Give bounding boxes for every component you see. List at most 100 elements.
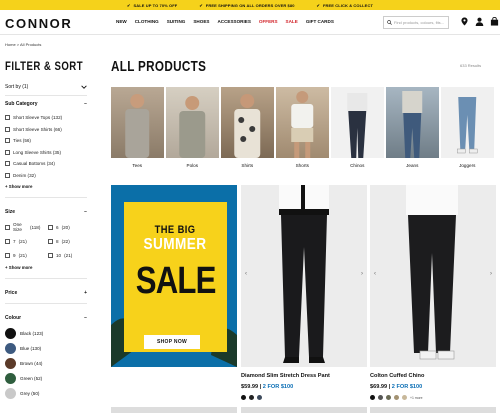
search-placeholder: Find products, colours, fits... (394, 20, 445, 25)
colour-option[interactable]: Brown (44) (5, 356, 87, 371)
brand-logo[interactable]: CONNOR (5, 16, 72, 31)
checkbox[interactable] (5, 115, 10, 121)
promo-item-shipping[interactable]: FREE SHIPPING ON ALL ORDERS OVER $80 (199, 3, 295, 8)
checkbox[interactable] (48, 252, 53, 258)
colour-swatch[interactable] (5, 388, 16, 399)
nav-item-gift-cards[interactable]: GIFT CARDS (306, 19, 334, 24)
category-shorts[interactable]: Shorts (276, 87, 329, 168)
size-option[interactable]: 10 (21) (48, 248, 87, 262)
sale-banner[interactable]: THE BIG SUMMER SALE SHOP NOW (111, 185, 237, 367)
colour-swatch[interactable] (370, 395, 375, 400)
colour-option[interactable]: Black (123) (5, 326, 87, 341)
size-option[interactable]: 8 (22) (48, 234, 87, 248)
checkbox[interactable] (48, 224, 53, 230)
colour-option[interactable]: Blue (130) (5, 341, 87, 356)
checkbox[interactable] (5, 161, 10, 167)
prev-image-arrow[interactable]: ‹ (374, 271, 376, 277)
price-header[interactable]: Price + (5, 285, 87, 301)
breadcrumb[interactable]: Home > All Products (5, 42, 41, 47)
colour-swatch[interactable] (241, 395, 246, 400)
size-option[interactable]: 6 (20) (48, 220, 87, 234)
subcategory-option[interactable]: Denim (32) (5, 170, 87, 182)
category-shirts[interactable]: Shirts (221, 87, 274, 168)
product-name[interactable]: Colton Cuffed Chino (370, 373, 496, 379)
next-image-arrow[interactable]: › (490, 271, 492, 277)
nav-item-offers[interactable]: OFFERS (259, 19, 278, 24)
size-count: (20) (61, 224, 70, 230)
product-name[interactable]: Diamond Slim Stretch Dress Pant (241, 373, 367, 379)
option-label: Ties (56) (13, 138, 31, 144)
product-card[interactable]: ‹ › Colton Cuffed Chino $69.99 | 2 FOR $… (370, 185, 496, 400)
checkbox[interactable] (5, 149, 10, 155)
collapse-icon[interactable]: − (84, 209, 87, 215)
search-input[interactable]: Find products, colours, fits... (383, 16, 449, 29)
checkbox[interactable] (5, 138, 10, 144)
more-swatches-link[interactable]: +1 more (410, 396, 423, 400)
category-tees[interactable]: Tees (111, 87, 164, 168)
category-jeans[interactable]: Jeans (386, 87, 439, 168)
store-locator-icon[interactable] (460, 17, 469, 26)
main-nav: NEW CLOTHING SUITING SHOES ACCESSORIES O… (116, 19, 334, 24)
subcategory-option[interactable]: Ties (56) (5, 135, 87, 147)
category-chinos[interactable]: Chinos (331, 87, 384, 168)
colour-option[interactable]: Green (52) (5, 371, 87, 386)
nav-item-new[interactable]: NEW (116, 19, 127, 24)
subcategory-option[interactable]: Long Sleeve Shirts (35) (5, 147, 87, 159)
promo-item-collect[interactable]: FREE CLICK & COLLECT (317, 3, 373, 8)
subcategory-header[interactable]: Sub Category − (5, 96, 87, 112)
colour-swatch[interactable] (5, 328, 16, 339)
colour-swatch[interactable] (5, 373, 16, 384)
subcategory-show-more[interactable]: + Show more (5, 184, 87, 189)
colour-swatch[interactable] (386, 395, 391, 400)
size-header[interactable]: Size − (5, 204, 87, 220)
nav-item-shoes[interactable]: SHOES (193, 19, 209, 24)
prev-image-arrow[interactable]: ‹ (245, 271, 247, 277)
product-image[interactable]: ‹ › (241, 185, 367, 367)
nav-item-accessories[interactable]: ACCESSORIES (217, 19, 250, 24)
product-card[interactable]: ‹ › Diamond Slim Stretch Dress Pant $59.… (241, 185, 367, 400)
shop-now-button[interactable]: SHOP NOW (144, 335, 200, 349)
subcategory-option[interactable]: Short Sleeve Tops (132) (5, 112, 87, 124)
colour-swatch[interactable] (249, 395, 254, 400)
checkbox[interactable] (5, 224, 10, 230)
cart-icon[interactable] (490, 17, 499, 26)
nav-item-clothing[interactable]: CLOTHING (135, 19, 159, 24)
next-row-card (111, 407, 237, 413)
colour-swatch[interactable] (5, 343, 16, 354)
nav-item-sale[interactable]: SALE (286, 19, 298, 24)
colour-swatch[interactable] (5, 358, 16, 369)
size-show-more[interactable]: + Show more (5, 265, 87, 270)
colour-swatch[interactable] (257, 395, 262, 400)
colour-header[interactable]: Colour − (5, 310, 87, 326)
checkbox[interactable] (5, 126, 10, 132)
promo-item-sale[interactable]: SALE UP TO 70% OFF (127, 3, 177, 8)
checkbox[interactable] (5, 172, 10, 178)
checkbox[interactable] (5, 238, 10, 244)
product-image[interactable]: ‹ › (370, 185, 496, 367)
colour-option[interactable]: Grey (50) (5, 386, 87, 401)
category-image (386, 87, 439, 158)
size-option[interactable]: 7 (21) (5, 234, 44, 248)
next-image-arrow[interactable]: › (361, 271, 363, 277)
size-option[interactable]: 9 (21) (5, 248, 44, 262)
sort-by-dropdown[interactable]: Sort by (1) (5, 79, 87, 96)
category-polos[interactable]: Polos (166, 87, 219, 168)
filter-sort-title: FILTER & SORT (5, 59, 84, 73)
collapse-icon[interactable]: − (84, 101, 87, 107)
expand-icon[interactable]: + (84, 290, 87, 296)
category-joggers[interactable]: Joggers (441, 87, 494, 168)
colour-swatch[interactable] (394, 395, 399, 400)
promo-bar: SALE UP TO 70% OFF FREE SHIPPING ON ALL … (0, 0, 500, 10)
size-option[interactable]: One Size (118) (5, 220, 44, 234)
nav-item-suiting[interactable]: SUITING (167, 19, 186, 24)
search-icon (387, 20, 392, 25)
account-icon[interactable] (475, 17, 484, 26)
colour-swatch[interactable] (402, 395, 407, 400)
checkbox[interactable] (48, 238, 53, 244)
subcategory-option[interactable]: Casual Bottoms (34) (5, 158, 87, 170)
colour-label: Green (52) (20, 376, 43, 381)
subcategory-option[interactable]: Short Sleeve Shirts (66) (5, 124, 87, 136)
checkbox[interactable] (5, 252, 10, 258)
colour-swatch[interactable] (378, 395, 383, 400)
collapse-icon[interactable]: − (84, 315, 87, 321)
